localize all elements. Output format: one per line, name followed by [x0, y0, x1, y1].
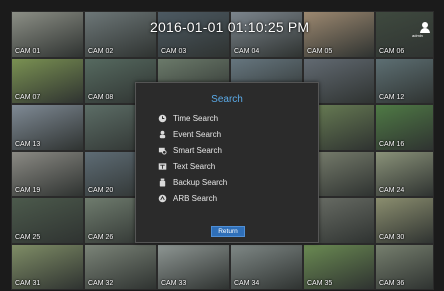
camera-label: CAM 04	[234, 48, 260, 55]
camera-tile[interactable]: CAM 33	[157, 244, 230, 290]
person-icon	[159, 130, 166, 139]
camera-label: CAM 24	[379, 187, 405, 194]
camera-label: CAM 01	[15, 48, 41, 55]
user-name: admin	[412, 33, 423, 38]
camera-label: CAM 35	[307, 280, 333, 287]
camera-tile[interactable]: CAM 31	[11, 244, 84, 290]
camera-tile[interactable]: CAM 19	[11, 151, 84, 197]
camera-tile[interactable]: CAM 16	[375, 104, 434, 151]
camera-label: CAM 02	[88, 48, 114, 55]
camera-label: CAM 05	[307, 48, 333, 55]
camera-label: CAM 32	[88, 280, 114, 287]
camera-label: CAM 26	[88, 234, 114, 241]
camera-tile[interactable]: CAM 24	[375, 151, 434, 197]
camera-tile[interactable]: CAM 01	[11, 11, 84, 58]
camera-label: CAM 12	[379, 94, 405, 101]
menu-item-arb-search[interactable]: ARB Search	[158, 192, 298, 205]
camera-label: CAM 08	[88, 94, 114, 101]
camera-tile[interactable]: CAM 07	[11, 58, 84, 104]
camera-label: CAM 25	[15, 234, 41, 241]
camera-label: CAM 33	[161, 280, 187, 287]
datetime-display: 2016-01-01 01:10:25 PM	[150, 19, 310, 35]
menu-item-event-search[interactable]: Event Search	[158, 128, 298, 141]
menu-item-label: Text Search	[173, 162, 216, 171]
camera-label: CAM 20	[88, 187, 114, 194]
menu-item-label: Event Search	[173, 130, 222, 139]
camera-tile[interactable]: CAM 30	[375, 197, 434, 244]
camera-label: CAM 34	[234, 280, 260, 287]
menu-item-label: Backup Search	[173, 178, 228, 187]
menu-item-time-search[interactable]: Time Search	[158, 112, 298, 125]
camera-tile[interactable]: CAM 05	[303, 11, 375, 58]
camera-label: CAM 06	[379, 48, 405, 55]
camera-tile[interactable]: CAM 25	[11, 197, 84, 244]
menu-item-label: ARB Search	[173, 194, 218, 203]
camera-tile[interactable]: CAM 32	[84, 244, 157, 290]
return-button[interactable]: Return	[211, 226, 245, 237]
camera-tile[interactable]: CAM 13	[11, 104, 84, 151]
camera-label: CAM 07	[15, 94, 41, 101]
camera-tile[interactable]: CAM 02	[84, 11, 157, 58]
camera-label: CAM 16	[379, 141, 405, 148]
menu-item-text-search[interactable]: Text Search	[158, 160, 298, 173]
search-dialog: Search Time Search Event Search Smart Se…	[135, 82, 319, 243]
user-icon[interactable]: admin	[412, 22, 432, 38]
camera-label: CAM 31	[15, 280, 41, 287]
text-icon	[158, 163, 167, 170]
usb-icon	[159, 178, 166, 187]
camera-label: CAM 36	[379, 280, 405, 287]
arb-icon	[158, 194, 167, 203]
camera-label: CAM 13	[15, 141, 41, 148]
camera-tile[interactable]: CAM 12	[375, 58, 434, 104]
clock-icon	[158, 114, 167, 123]
menu-item-label: Time Search	[173, 114, 219, 123]
smart-search-icon	[158, 147, 167, 155]
camera-label: CAM 19	[15, 187, 41, 194]
dialog-title: Search	[211, 94, 243, 105]
camera-tile[interactable]: CAM 35	[303, 244, 375, 290]
menu-item-smart-search[interactable]: Smart Search	[158, 144, 298, 157]
camera-tile[interactable]: CAM 34	[230, 244, 303, 290]
camera-label: CAM 03	[161, 48, 187, 55]
menu-item-label: Smart Search	[173, 146, 222, 155]
menu-item-backup-search[interactable]: Backup Search	[158, 176, 298, 189]
camera-tile[interactable]: CAM 36	[375, 244, 434, 290]
camera-label: CAM 30	[379, 234, 405, 241]
